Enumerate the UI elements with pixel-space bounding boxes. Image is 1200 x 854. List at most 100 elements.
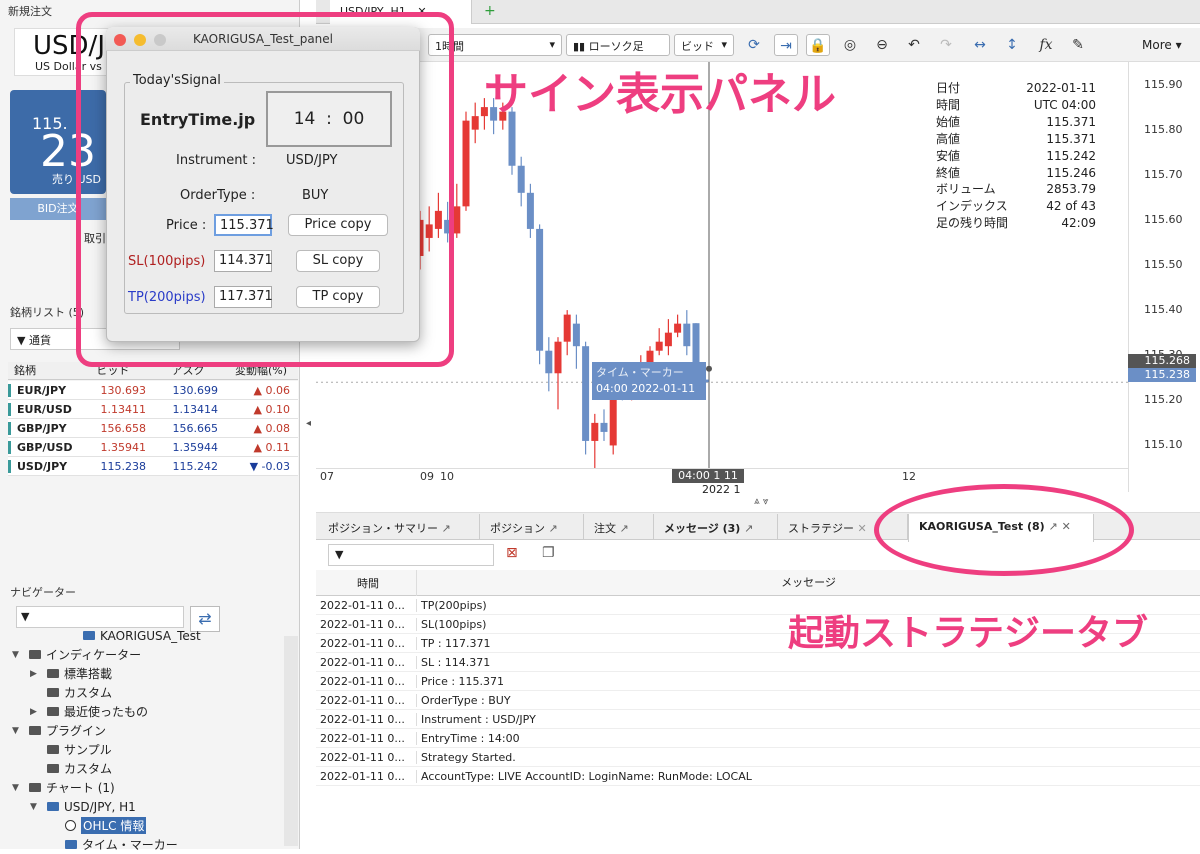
vertical-arrows-icon[interactable]: ↕ xyxy=(1000,34,1024,56)
candle-body[interactable] xyxy=(582,346,590,441)
candle-body[interactable] xyxy=(674,323,682,333)
info-key: 終値 xyxy=(936,165,961,180)
message-row[interactable]: 2022-01-11 0... Price : 115.371 xyxy=(316,672,1200,691)
candle-body[interactable] xyxy=(554,341,562,374)
filter-label: 通貨 xyxy=(28,334,51,347)
tab-messages[interactable]: メッセージ (3) ↗ xyxy=(654,514,778,540)
watchlist-row[interactable]: USD/JPY 115.238 115.242 ▼ -0.03 xyxy=(8,457,298,476)
navigator-item[interactable]: カスタム xyxy=(8,759,278,778)
message-row[interactable]: 2022-01-11 0... OrderType : BUY xyxy=(316,691,1200,710)
expand-arrow-icon[interactable]: ▼ xyxy=(12,650,24,660)
candle-body[interactable] xyxy=(545,350,553,374)
price-type-select[interactable]: ビッド ▾ xyxy=(674,34,734,56)
more-menu[interactable]: More ▾ xyxy=(1142,38,1182,52)
message-row[interactable]: 2022-01-11 0... EntryTime : 14:00 xyxy=(316,729,1200,748)
popout-icon[interactable]: ↗ xyxy=(620,522,629,535)
row-ask: 115.242 xyxy=(172,459,219,473)
row-symbol: GBP/USD xyxy=(8,440,74,454)
watchlist-row[interactable]: GBP/USD 1.35941 1.35944 ▲ 0.11 xyxy=(8,438,298,457)
lock-icon[interactable]: 🔒 xyxy=(806,34,830,56)
navigator-label: インディケーター xyxy=(46,648,142,662)
zoom-out-icon[interactable]: ⊖ xyxy=(870,34,894,56)
collapse-left-icon[interactable]: ◂ xyxy=(306,418,311,429)
expand-arrow-icon[interactable]: ▶ xyxy=(30,707,42,717)
info-key: 安値 xyxy=(936,148,961,163)
price-type-value: ビッド xyxy=(681,40,714,53)
expand-arrow-icon[interactable]: ▼ xyxy=(12,783,24,793)
candle-body[interactable] xyxy=(526,192,534,229)
expand-arrow-icon[interactable]: ▼ xyxy=(12,726,24,736)
candle-body[interactable] xyxy=(600,422,608,432)
navigator-label: USD/JPY, H1 xyxy=(64,799,136,814)
chart-type-select[interactable]: ▮▮ ローソク足 xyxy=(566,34,670,56)
popout-icon[interactable]: ↗ xyxy=(549,522,558,535)
watchlist-row[interactable]: EUR/JPY 130.693 130.699 ▲ 0.06 xyxy=(8,381,298,400)
navigator-item[interactable]: KAORIGUSA_Test xyxy=(8,626,278,645)
fx-icon[interactable]: fx xyxy=(1034,34,1058,56)
row-bid: 1.35941 xyxy=(100,440,147,454)
navigator-item[interactable]: カスタム xyxy=(8,683,278,702)
navigator-scrollbar[interactable] xyxy=(284,636,298,846)
col-symbol[interactable]: 銘柄 xyxy=(8,362,74,379)
navigator-item[interactable]: ▼ USD/JPY, H1 xyxy=(8,797,278,816)
shift-icon[interactable]: ⇥ xyxy=(774,34,798,56)
col-time[interactable]: 時間 xyxy=(316,575,416,591)
watchlist-row[interactable]: GBP/JPY 156.658 156.665 ▲ 0.08 xyxy=(8,419,298,438)
candle-body[interactable] xyxy=(572,323,580,347)
clear-icon[interactable]: ⊠ xyxy=(506,545,518,561)
pencil-icon[interactable]: ✎ xyxy=(1066,34,1090,56)
candle-body[interactable] xyxy=(563,314,571,342)
candle-body[interactable] xyxy=(683,323,691,347)
navigator-search[interactable]: ▼ xyxy=(16,606,184,628)
col-message[interactable]: メッセージ xyxy=(416,569,1196,596)
tab-position-summary[interactable]: ポジション・サマリー ↗ xyxy=(318,514,480,540)
navigator-item[interactable]: OHLC 情報 xyxy=(8,816,278,835)
message-time: 2022-01-11 0... xyxy=(320,769,405,783)
copy-icon[interactable]: ❐ xyxy=(542,545,555,561)
candle-body[interactable] xyxy=(536,228,544,351)
candle-body[interactable] xyxy=(591,422,599,441)
candle-body[interactable] xyxy=(664,332,672,347)
redo-icon[interactable]: ↷ xyxy=(934,34,958,56)
popout-icon[interactable]: ↗ xyxy=(744,522,753,535)
add-chart-icon[interactable]: + xyxy=(484,3,496,19)
row-bid: 115.238 xyxy=(100,459,147,473)
candle-body[interactable] xyxy=(453,206,461,234)
navigator-item[interactable]: ▼ インディケーター xyxy=(8,645,278,664)
candle-body[interactable] xyxy=(655,341,663,351)
folder-icon xyxy=(29,783,41,792)
navigator-item[interactable]: ▶ 最近使ったもの xyxy=(8,702,278,721)
watchlist-row[interactable]: EUR/USD 1.13411 1.13414 ▲ 0.10 xyxy=(8,400,298,419)
message-row[interactable]: 2022-01-11 0... Instrument : USD/JPY xyxy=(316,710,1200,729)
zoom-icon[interactable]: ◎ xyxy=(838,34,862,56)
navigator-tree: KAORIGUSA_Test ▼ インディケーター ▶ 標準搭載 カスタム ▶ 最近使ったもの… xyxy=(8,626,278,854)
undo-icon[interactable]: ↶ xyxy=(902,34,926,56)
expand-arrow-icon[interactable]: ▶ xyxy=(30,669,42,679)
resize-handle-icon[interactable]: ⩓ ⩔ xyxy=(754,496,768,507)
close-icon[interactable]: ✕ xyxy=(858,522,867,535)
candle-body[interactable] xyxy=(471,116,479,130)
message-time: 2022-01-11 0... xyxy=(320,674,405,688)
candle-body[interactable] xyxy=(462,120,470,207)
popout-icon[interactable]: ↗ xyxy=(442,522,451,535)
chevron-down-icon: ▾ xyxy=(721,38,727,51)
time-marker-axis-label: 04:00 1 11 xyxy=(672,469,744,483)
message-filter[interactable]: ▼ xyxy=(328,544,494,566)
candle-body[interactable] xyxy=(517,165,525,193)
navigator-item[interactable]: タイム・マーカー xyxy=(8,835,278,854)
tab-label: メッセージ (3) xyxy=(664,522,741,535)
info-key: 始値 xyxy=(936,114,961,129)
info-key: ボリューム xyxy=(936,182,996,197)
info-row: 終値 115.246 xyxy=(936,165,1096,182)
tree-icon[interactable]: ▼ xyxy=(30,802,42,812)
message-row[interactable]: 2022-01-11 0... Strategy Started. xyxy=(316,748,1200,767)
tab-positions[interactable]: ポジション ↗ xyxy=(480,514,584,540)
horizontal-arrows-icon[interactable]: ↔ xyxy=(968,34,992,56)
navigator-item[interactable]: サンプル xyxy=(8,740,278,759)
navigator-item[interactable]: ▼ チャート (1) xyxy=(8,778,278,797)
navigator-item[interactable]: ▼ プラグイン xyxy=(8,721,278,740)
refresh-icon[interactable]: ⟳ xyxy=(742,34,766,56)
navigator-item[interactable]: ▶ 標準搭載 xyxy=(8,664,278,683)
message-row[interactable]: 2022-01-11 0... AccountType: LIVE Account… xyxy=(316,767,1200,786)
tab-orders[interactable]: 注文 ↗ xyxy=(584,514,654,540)
